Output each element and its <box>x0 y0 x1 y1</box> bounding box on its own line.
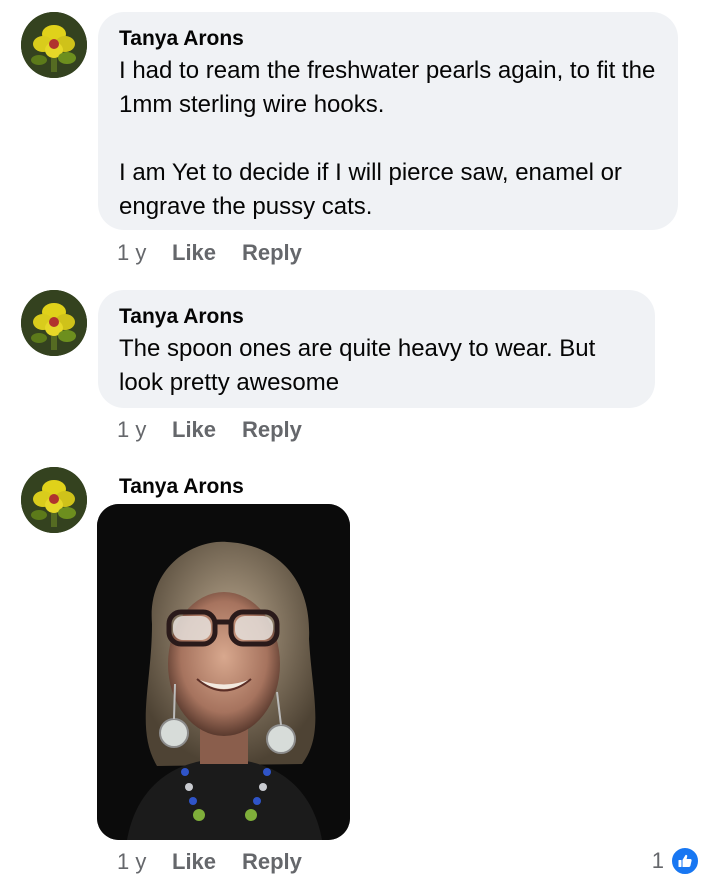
avatar[interactable] <box>21 467 87 533</box>
like-button[interactable]: Like <box>172 240 242 266</box>
like-button[interactable]: Like <box>172 849 242 875</box>
avatar[interactable] <box>21 12 87 78</box>
thumbs-up-icon <box>670 846 700 876</box>
comment-actions: 1 y Like Reply <box>117 849 302 875</box>
comment-author[interactable]: Tanya Arons <box>119 474 244 500</box>
reaction-summary[interactable]: 1 <box>652 846 700 876</box>
comment-bubble: Tanya Arons The spoon ones are quite hea… <box>98 290 655 408</box>
comment-author[interactable]: Tanya Arons <box>119 26 656 52</box>
comment-author[interactable]: Tanya Arons <box>119 304 633 330</box>
comment-paragraph: The spoon ones are quite heavy to wear. … <box>119 335 596 396</box>
comment-bubble: Tanya Arons I had to ream the freshwater… <box>98 12 678 230</box>
comment-actions: 1 y Like Reply <box>117 240 302 266</box>
comment-text: I had to ream the freshwater pearls agai… <box>119 54 656 224</box>
reaction-count: 1 <box>651 848 664 873</box>
avatar[interactable] <box>21 290 87 356</box>
comment-photo[interactable] <box>97 504 350 840</box>
comment-age[interactable]: 1 y <box>117 417 172 443</box>
comment-actions: 1 y Like Reply <box>117 417 302 443</box>
reply-button[interactable]: Reply <box>242 240 302 266</box>
comment-age[interactable]: 1 y <box>117 240 172 266</box>
like-button[interactable]: Like <box>172 417 242 443</box>
reply-button[interactable]: Reply <box>242 417 302 443</box>
comment-text: The spoon ones are quite heavy to wear. … <box>119 332 633 400</box>
comment-paragraph: I am Yet to decide if I will pierce saw,… <box>119 159 622 220</box>
comment-age[interactable]: 1 y <box>117 849 172 875</box>
reply-button[interactable]: Reply <box>242 849 302 875</box>
comment-paragraph: I had to ream the freshwater pearls agai… <box>119 57 656 118</box>
